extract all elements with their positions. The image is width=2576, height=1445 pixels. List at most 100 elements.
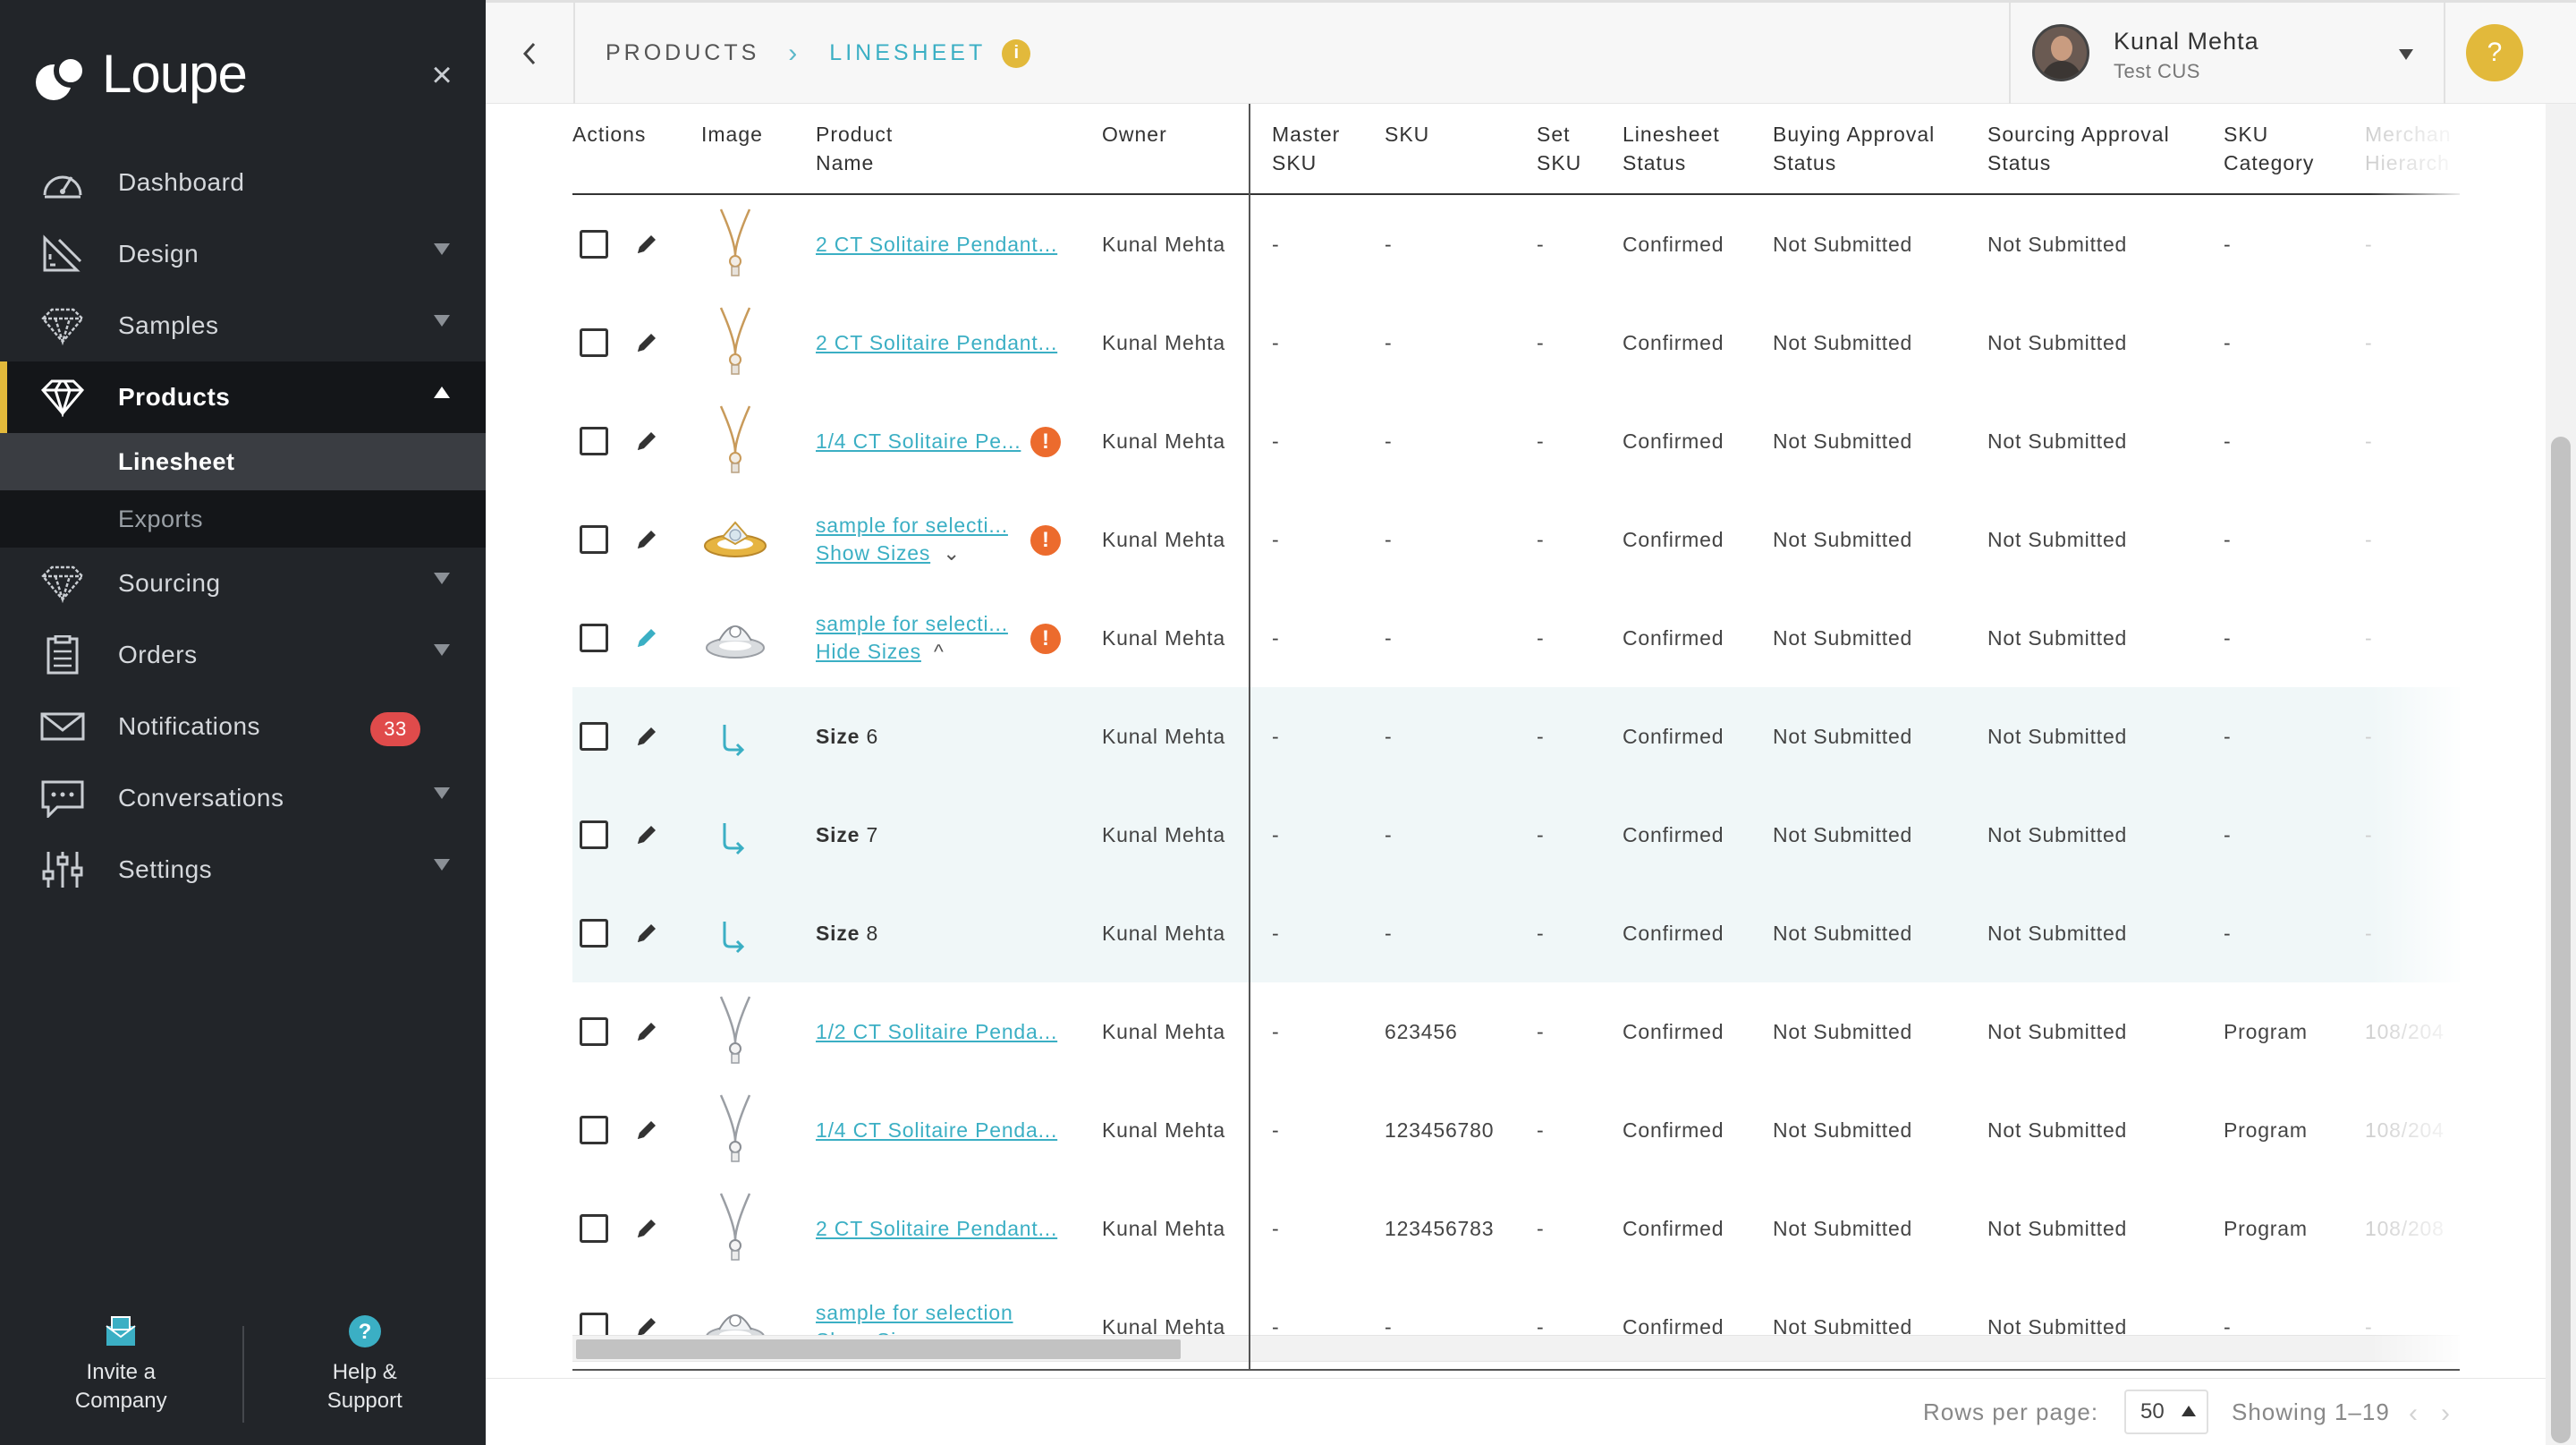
set-sku-cell: - [1537,1118,1545,1142]
next-page-icon[interactable]: › [2441,1398,2450,1429]
prev-page-icon[interactable]: ‹ [2409,1398,2418,1429]
col-merchandise-hierarchy[interactable]: Merchan Hierarch [2365,120,2451,177]
product-thumbnail[interactable] [698,403,773,480]
master-sku-cell: - [1272,1118,1280,1142]
envelope-icon [40,712,85,741]
user-menu[interactable]: Kunal Mehta Test CUS [2009,3,2445,104]
sourcing-status-cell: Not Submitted [1987,921,2128,945]
col-master-sku[interactable]: Master SKU [1272,120,1340,177]
warning-icon[interactable]: ! [1030,624,1061,654]
edit-pencil-icon[interactable] [633,723,660,750]
breadcrumb-products[interactable]: PRODUCTS [606,40,759,66]
caret-down-icon [2399,49,2413,60]
warning-icon[interactable]: ! [1030,427,1061,457]
rows-per-page-select[interactable]: 50 [2124,1390,2208,1434]
gauge-icon [43,175,82,199]
sidebar-item-settings[interactable]: Settings [0,834,486,905]
breadcrumb: PRODUCTS › LINESHEET i [606,3,1031,104]
warning-icon[interactable]: ! [1030,525,1061,556]
col-owner[interactable]: Owner [1102,120,1167,149]
row-select-checkbox[interactable] [580,1017,608,1046]
row-select-checkbox[interactable] [580,624,608,652]
row-select-checkbox[interactable] [580,427,608,455]
col-sku-category[interactable]: SKU Category [2224,120,2314,177]
sidebar-item-orders[interactable]: Orders [0,619,486,691]
product-thumbnail[interactable] [698,1092,773,1169]
table-row: sample for selecti... Show Sizes ⌄! Kunal M… [572,490,2460,589]
sidebar-item-conversations[interactable]: Conversations [0,762,486,834]
sidebar-item-samples[interactable]: Samples [0,290,486,361]
col-image[interactable]: Image [701,120,763,149]
product-thumbnail[interactable] [698,304,773,381]
edit-pencil-icon[interactable] [633,821,660,848]
sidebar-item-dashboard[interactable]: Dashboard [0,147,486,218]
close-sidebar-icon[interactable]: × [424,57,460,93]
buying-status-cell: Not Submitted [1773,625,1913,650]
product-thumbnail[interactable] [698,993,773,1070]
vertical-scrollbar[interactable] [2546,104,2576,1445]
product-thumbnail[interactable] [698,599,773,676]
product-name-link[interactable]: sample for selection [816,1301,1075,1325]
col-actions[interactable]: Actions [572,120,646,149]
edit-pencil-icon[interactable] [633,526,660,553]
loupe-logo[interactable]: Loupe [36,41,248,106]
sidebar-footer: Invite a Company ? Help & Support [0,1313,486,1430]
sidebar-item-design[interactable]: Design [0,218,486,290]
col-sourcing-approval-status[interactable]: Sourcing Approval Status [1987,120,2170,177]
edit-pencil-icon[interactable] [633,1018,660,1045]
sidebar-item-products[interactable]: Products [0,361,486,433]
col-buying-approval-status[interactable]: Buying Approval Status [1773,120,1935,177]
product-name-link[interactable]: 2 CT Solitaire Pendant... [816,233,1075,257]
row-select-checkbox[interactable] [580,820,608,849]
product-thumbnail[interactable] [698,1190,773,1267]
linesheet-status-cell: Confirmed [1623,429,1724,453]
sidebar-subitem-linesheet[interactable]: Linesheet [0,433,486,490]
owner-cell: Kunal Mehta [1102,1216,1225,1240]
buying-status-cell: Not Submitted [1773,822,1913,846]
row-select-checkbox[interactable] [580,1214,608,1243]
vertical-scrollbar-thumb[interactable] [2551,437,2571,1443]
row-select-checkbox[interactable] [580,722,608,751]
sub-row-arrow-icon [698,796,773,873]
sidebar-item-sourcing[interactable]: Sourcing [0,548,486,619]
edit-pencil-icon[interactable] [633,625,660,651]
row-select-checkbox[interactable] [580,1116,608,1144]
product-name-link[interactable]: 2 CT Solitaire Pendant... [816,331,1075,355]
edit-pencil-icon[interactable] [633,1215,660,1242]
chevron-left-icon [522,42,536,64]
back-button[interactable] [486,3,575,104]
col-sku[interactable]: SKU [1385,120,1429,149]
info-icon[interactable]: i [1002,38,1031,68]
col-set-sku[interactable]: Set SKU [1537,120,1581,177]
sidebar-item-notifications[interactable]: Notifications 33 [0,691,486,762]
horizontal-scrollbar[interactable] [572,1335,2460,1362]
help-button[interactable]: ? [2466,24,2523,81]
col-product-name[interactable]: Product Name [816,120,893,177]
owner-cell: Kunal Mehta [1102,232,1225,256]
table-row: 2 CT Solitaire Pendant... Kunal Mehta - - - C… [572,293,2460,392]
product-name-link[interactable]: 2 CT Solitaire Pendant... [816,1217,1075,1241]
row-select-checkbox[interactable] [580,919,608,948]
invite-company-button[interactable]: Invite a Company [0,1313,242,1430]
col-linesheet-status[interactable]: Linesheet Status [1623,120,1720,177]
edit-pencil-icon[interactable] [633,231,660,258]
help-support-button[interactable]: ? Help & Support [244,1313,487,1430]
master-sku-cell: - [1272,429,1280,453]
sidebar-subitem-exports[interactable]: Exports [0,490,486,548]
sourcing-status-cell: Not Submitted [1987,232,2128,256]
edit-pencil-icon[interactable] [633,428,660,455]
linesheet-status-cell: Confirmed [1623,822,1724,846]
row-select-checkbox[interactable] [580,525,608,554]
product-name-link[interactable]: 1/4 CT Solitaire Penda... [816,1118,1075,1143]
edit-pencil-icon[interactable] [633,920,660,947]
horizontal-scrollbar-thumb[interactable] [576,1339,1181,1359]
row-select-checkbox[interactable] [580,230,608,259]
edit-pencil-icon[interactable] [633,329,660,356]
product-name-link[interactable]: 1/2 CT Solitaire Penda... [816,1020,1075,1044]
product-thumbnail[interactable] [698,501,773,578]
sidebar-item-label: Settings [118,855,213,883]
edit-pencil-icon[interactable] [633,1117,660,1143]
product-thumbnail[interactable] [698,206,773,283]
set-sku-cell: - [1537,429,1545,453]
row-select-checkbox[interactable] [580,328,608,357]
